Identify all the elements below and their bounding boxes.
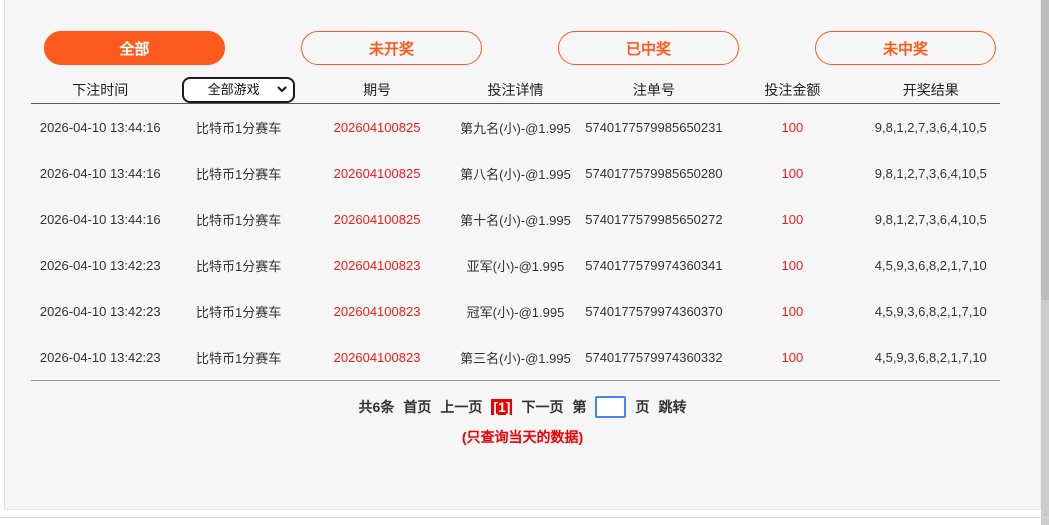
cell-bet-time: 2026-04-10 13:42:23 [31,258,169,273]
cell-bet-amount: 100 [723,166,861,181]
total-count: 共6条 [359,397,395,417]
game-select[interactable]: 全部游戏 [182,77,295,103]
column-header-issue: 期号 [308,80,446,100]
game-select-wrap: 全部游戏 [182,77,295,103]
cell-bet-amount: 100 [723,258,861,273]
cell-game-name: 比特币1分赛车 [169,302,307,321]
column-header-amount: 投注金额 [723,80,861,100]
cell-order-number: 5740177579974360332 [585,350,723,365]
cell-bet-detail: 亚军(小)-@1.995 [446,256,584,275]
tab-not-drawn[interactable]: 未开奖 [301,31,482,65]
cell-bet-time: 2026-04-10 13:42:23 [31,350,169,365]
cell-bet-time: 2026-04-10 13:42:23 [31,304,169,319]
jump-button[interactable]: 跳转 [658,397,686,417]
pagination: 共6条 首页 上一页 [1] 下一页 第 页 跳转 [5,396,1040,418]
prev-page-link[interactable]: 上一页 [440,397,482,417]
cell-order-number: 5740177579985650280 [585,166,723,181]
column-header-game: 全部游戏 [169,77,307,103]
filter-tabs: 全部 未开奖 已中奖 未中奖 [44,31,996,65]
cell-order-number: 5740177579985650231 [585,120,723,135]
cell-game-name: 比特币1分赛车 [169,256,307,275]
cell-bet-time: 2026-04-10 13:44:16 [31,212,169,227]
cell-draw-result: 9,8,1,2,7,3,6,4,10,5 [862,166,1000,181]
cell-order-number: 5740177579974360341 [585,258,723,273]
cell-draw-result: 9,8,1,2,7,3,6,4,10,5 [862,212,1000,227]
cell-bet-amount: 100 [723,304,861,319]
page-number-input[interactable] [595,396,626,418]
table-row: 2026-04-10 13:44:16 比特币1分赛车 202604100825… [31,104,1000,150]
cell-bet-detail: 第八名(小)-@1.995 [446,164,584,183]
cell-draw-result: 4,5,9,3,6,8,2,1,7,10 [862,304,1000,319]
cell-issue-number: 202604100825 [308,120,446,135]
records-table: 下注时间 全部游戏 期号 投注详情 注单号 投注金额 开奖结果 [31,76,1000,381]
scrollbar-thumb[interactable] [1041,0,1049,300]
cell-issue-number: 202604100823 [308,350,446,365]
cell-order-number: 5740177579985650272 [585,212,723,227]
cell-draw-result: 9,8,1,2,7,3,6,4,10,5 [862,120,1000,135]
table-header-row: 下注时间 全部游戏 期号 投注详情 注单号 投注金额 开奖结果 [31,76,1000,104]
current-page-badge: [1] [491,399,512,415]
bottom-divider [0,517,1049,518]
cell-issue-number: 202604100823 [308,258,446,273]
column-header-detail: 投注详情 [446,80,584,100]
cell-bet-time: 2026-04-10 13:44:16 [31,120,169,135]
table-row: 2026-04-10 13:42:23 比特币1分赛车 202604100823… [31,334,1000,380]
first-page-link[interactable]: 首页 [403,397,431,417]
content-panel: 全部 未开奖 已中奖 未中奖 下注时间 全部游戏 期号 [4,0,1041,510]
table-row: 2026-04-10 13:42:23 比特币1分赛车 202604100823… [31,288,1000,334]
cell-bet-amount: 100 [723,120,861,135]
cell-game-name: 比特币1分赛车 [169,118,307,137]
next-page-link[interactable]: 下一页 [521,397,563,417]
table-row: 2026-04-10 13:44:16 比特币1分赛车 202604100825… [31,196,1000,242]
table-row: 2026-04-10 13:44:16 比特币1分赛车 202604100825… [31,150,1000,196]
scrollbar[interactable] [1041,0,1049,525]
goto-page-suffix: 页 [635,397,649,417]
cell-bet-detail: 第十名(小)-@1.995 [446,210,584,229]
table-body: 2026-04-10 13:44:16 比特币1分赛车 202604100825… [31,104,1000,381]
cell-issue-number: 202604100825 [308,166,446,181]
column-header-result: 开奖结果 [862,80,1000,100]
cell-draw-result: 4,5,9,3,6,8,2,1,7,10 [862,258,1000,273]
cell-draw-result: 4,5,9,3,6,8,2,1,7,10 [862,350,1000,365]
cell-bet-amount: 100 [723,212,861,227]
note-text: (只查询当天的数据) [5,427,1040,447]
tab-all[interactable]: 全部 [44,31,225,65]
cell-bet-amount: 100 [723,350,861,365]
goto-page-prefix: 第 [572,397,586,417]
cell-issue-number: 202604100823 [308,304,446,319]
cell-bet-detail: 第三名(小)-@1.995 [446,348,584,367]
cell-game-name: 比特币1分赛车 [169,348,307,367]
tab-not-won[interactable]: 未中奖 [815,31,996,65]
column-header-order: 注单号 [585,80,723,100]
column-header-bet-time: 下注时间 [31,80,169,100]
table-row: 2026-04-10 13:42:23 比特币1分赛车 202604100823… [31,242,1000,288]
cell-bet-detail: 冠军(小)-@1.995 [446,302,584,321]
cell-bet-time: 2026-04-10 13:44:16 [31,166,169,181]
cell-bet-detail: 第九名(小)-@1.995 [446,118,584,137]
betting-records-page: 全部 未开奖 已中奖 未中奖 下注时间 全部游戏 期号 [0,0,1049,525]
tab-won[interactable]: 已中奖 [558,31,739,65]
cell-game-name: 比特币1分赛车 [169,164,307,183]
cell-issue-number: 202604100825 [308,212,446,227]
cell-game-name: 比特币1分赛车 [169,210,307,229]
cell-order-number: 5740177579974360370 [585,304,723,319]
